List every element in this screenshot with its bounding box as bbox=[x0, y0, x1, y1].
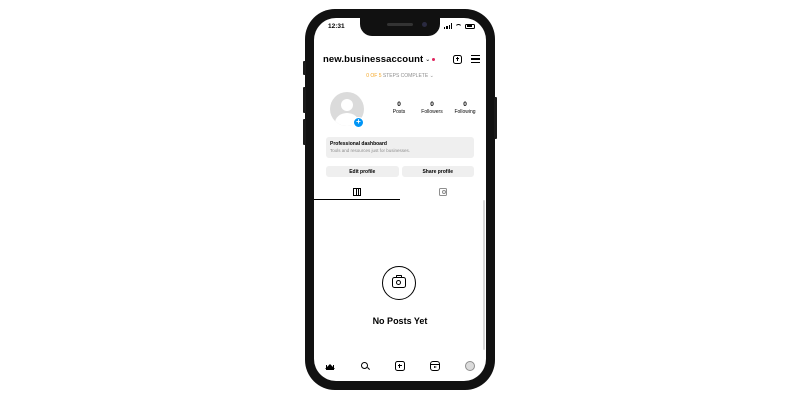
stat-posts-label: Posts bbox=[392, 109, 406, 115]
stat-followers-label: Followers bbox=[421, 109, 443, 115]
volume-down-button bbox=[303, 119, 306, 145]
create-icon bbox=[395, 361, 405, 371]
steps-progress: 0 OF 5 bbox=[366, 73, 382, 79]
menu-icon[interactable] bbox=[471, 55, 480, 63]
nav-home[interactable] bbox=[324, 360, 336, 372]
bottom-navigation bbox=[324, 359, 476, 373]
profile-tabs bbox=[314, 184, 486, 200]
nav-reels[interactable] bbox=[429, 360, 441, 372]
nav-create[interactable] bbox=[394, 360, 406, 372]
account-switch-chevron-icon[interactable]: ⌄ bbox=[425, 56, 430, 63]
add-photo-icon[interactable]: + bbox=[353, 117, 364, 128]
stat-posts[interactable]: 0 Posts bbox=[384, 101, 414, 115]
status-time: 12:31 bbox=[328, 23, 345, 30]
front-camera bbox=[422, 22, 427, 27]
tab-posts-grid[interactable] bbox=[314, 184, 400, 200]
steps-label: STEPS COMPLETE bbox=[382, 73, 429, 79]
speaker bbox=[387, 23, 413, 26]
scrollbar[interactable] bbox=[483, 200, 485, 350]
nav-search[interactable] bbox=[359, 360, 371, 372]
power-button bbox=[494, 97, 497, 139]
camera-icon bbox=[382, 266, 416, 300]
stat-following-label: Following bbox=[454, 109, 476, 115]
signal-icon bbox=[444, 23, 452, 29]
profile-avatar-icon bbox=[465, 361, 475, 371]
volume-up-button bbox=[303, 87, 306, 113]
nav-profile[interactable] bbox=[464, 360, 476, 372]
steps-complete-banner[interactable]: 0 OF 5 STEPS COMPLETE ⌄ bbox=[314, 73, 486, 79]
stat-posts-value: 0 bbox=[397, 101, 401, 108]
tagged-icon bbox=[439, 188, 447, 196]
phone-frame: 12:31 new.businessaccount ⌄ 0 OF 5 STEPS… bbox=[303, 9, 497, 390]
wifi-icon bbox=[455, 23, 462, 29]
edit-profile-button[interactable]: Edit profile bbox=[326, 166, 399, 177]
notification-dot bbox=[432, 57, 436, 61]
profile-header: new.businessaccount ⌄ bbox=[323, 52, 480, 66]
battery-icon bbox=[465, 23, 475, 29]
stat-followers-value: 0 bbox=[430, 101, 434, 108]
profile-actions: Edit profile Share profile bbox=[326, 166, 474, 177]
dashboard-title: Professional dashboard bbox=[330, 141, 387, 147]
stat-following[interactable]: 0 Following bbox=[450, 101, 480, 115]
status-icons bbox=[444, 23, 475, 29]
stat-following-value: 0 bbox=[463, 101, 467, 108]
tab-tagged[interactable] bbox=[400, 184, 486, 200]
stat-followers[interactable]: 0 Followers bbox=[417, 101, 447, 115]
empty-state-text: No Posts Yet bbox=[372, 316, 428, 326]
profile-stats: 0 Posts 0 Followers 0 Following bbox=[384, 101, 480, 115]
notch bbox=[360, 18, 440, 36]
dashboard-subtitle: Tools and resources just for businesses. bbox=[330, 148, 411, 153]
create-post-icon[interactable] bbox=[453, 54, 462, 64]
phone-screen: 12:31 new.businessaccount ⌄ 0 OF 5 STEPS… bbox=[314, 18, 486, 381]
share-profile-button[interactable]: Share profile bbox=[401, 166, 474, 177]
mute-switch bbox=[303, 61, 306, 75]
account-username[interactable]: new.businessaccount bbox=[323, 54, 423, 65]
grid-icon bbox=[353, 188, 361, 196]
professional-dashboard[interactable]: Professional dashboard Tools and resourc… bbox=[326, 137, 474, 158]
steps-chevron-icon: ⌄ bbox=[429, 73, 434, 79]
reels-icon bbox=[430, 361, 440, 371]
